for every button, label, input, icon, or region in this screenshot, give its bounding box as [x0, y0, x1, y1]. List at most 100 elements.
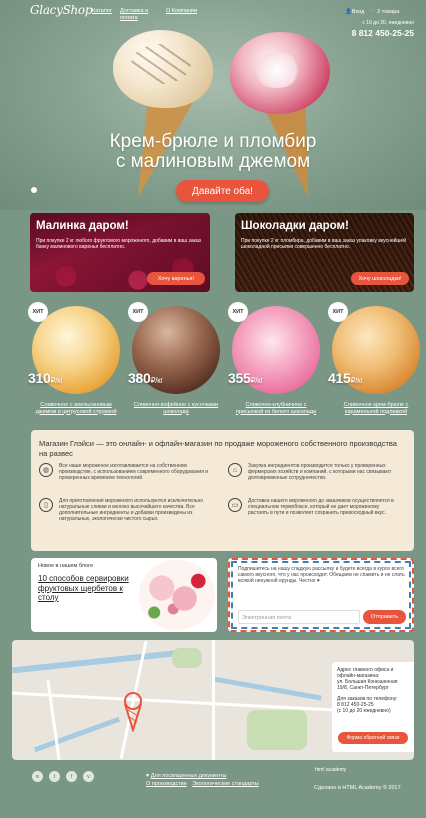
milk-icon: ▯: [39, 498, 53, 512]
map-park: [247, 710, 307, 750]
academy-logo[interactable]: html academy: [315, 768, 346, 773]
main-nav: Каталог Доставка и оплата О Компании: [92, 8, 197, 22]
page: GlacyShop Каталог Доставка и оплата О Ко…: [0, 0, 426, 818]
feature-item: ⌂ Закупка ингредиентов производится толь…: [228, 463, 398, 481]
header-phone[interactable]: 8 812 450-25-25: [352, 28, 414, 38]
product-image: ХИТ 310₽/кг: [28, 302, 120, 394]
footer-link-production[interactable]: О производстве: [146, 781, 187, 787]
address-panel: Адрес главного офиса и офлайн-магазина: …: [332, 662, 414, 752]
product-card[interactable]: ХИТ 310₽/кг Сливочное с апельсиновым дже…: [28, 302, 120, 415]
promo-button-jam[interactable]: Хочу варенья!: [147, 272, 205, 285]
product-card[interactable]: ХИТ 380₽/кг Сливочно-кофейное с кусочкам…: [128, 302, 220, 415]
about-section: Магазин Глэйси — это онлайн- и офлайн-ма…: [31, 430, 414, 551]
promo-chocolate: Шоколадки даром! При покупке 2 кг пломби…: [235, 213, 414, 292]
vk-icon[interactable]: в: [32, 771, 43, 782]
blog-label: Новое в нашем блоге: [38, 563, 94, 569]
footer: в t f v ♥ Для посвященных документы О пр…: [0, 768, 426, 818]
cart-label: 2 товара: [377, 9, 400, 15]
blog-card: Новое в нашем блоге 10 способов сервиров…: [31, 558, 217, 632]
product-card[interactable]: ХИТ 355₽/кг Сливочно-клубничное с присып…: [228, 302, 320, 415]
map-street: [12, 691, 332, 712]
slider-dot[interactable]: [31, 187, 37, 193]
hit-badge: ХИТ: [328, 302, 348, 322]
address-label: Адрес главного офиса и офлайн-магазина:: [337, 667, 394, 679]
map-river: [33, 716, 121, 753]
feature-text: Закупка ингредиентов производится только…: [248, 463, 392, 481]
creme-brulee-scoop-image: [113, 30, 213, 108]
login-link[interactable]: 👤Вход: [345, 9, 364, 15]
hero-title-line2: с малиновым джемом: [115, 151, 311, 172]
feature-text: Для приготовления мороженого используютс…: [59, 498, 204, 522]
vine-icon[interactable]: v: [83, 771, 94, 782]
product-name[interactable]: Сливочное крем-брюле с карамельной подли…: [332, 402, 420, 415]
social-links: в t f v: [32, 771, 94, 782]
promo-raspberry: Малинка даром! При покупке 2 кг любого ф…: [30, 213, 210, 292]
hero-title-line1: Крем-брюле и пломбир: [109, 131, 317, 152]
nav-delivery[interactable]: Доставка и оплата: [120, 8, 158, 22]
user-icon: 👤: [345, 9, 352, 15]
hit-badge: ХИТ: [128, 302, 148, 322]
logo[interactable]: GlacyShop: [30, 3, 93, 17]
about-heading: Магазин Глэйси — это онлайн- и офлайн-ма…: [39, 439, 397, 458]
promo-title: Малинка даром!: [36, 220, 129, 232]
promo-button-chocolate[interactable]: Хочу шоколадки!: [351, 272, 409, 285]
login-label: Вход: [351, 9, 365, 15]
map-street: [212, 640, 215, 760]
price-value: 355: [228, 370, 251, 386]
ice-cream-icon: ◍: [39, 463, 53, 477]
price-unit: ₽/кг: [50, 376, 63, 385]
hero-section: GlacyShop Каталог Доставка и оплата О Ко…: [0, 0, 426, 210]
subscribe-card: Подпишитесь на нашу сладкую рассылку и б…: [228, 558, 414, 632]
product-price: 415₽/кг: [328, 370, 363, 386]
address-value: ул. Большая Конюшенная 19/8, Санкт-Петер…: [337, 679, 398, 691]
made-by: Сделано в HTML Academy © 2017: [314, 785, 401, 791]
cart-link[interactable]: 🛒2 товара: [370, 9, 399, 15]
feature-item: ◍ Все наше мороженое изготавливается на …: [39, 463, 209, 481]
footer-link-eco[interactable]: Экологические стандарты: [192, 781, 259, 787]
truck-icon: ▭: [228, 498, 242, 512]
subscribe-button[interactable]: Отправить: [363, 610, 406, 624]
raspberry-scoop-image: [230, 32, 330, 114]
sorbet-image: [139, 560, 215, 630]
product-price: 355₽/кг: [228, 370, 263, 386]
product-price: 310₽/кг: [28, 370, 63, 386]
nav-about[interactable]: О Компании: [166, 8, 197, 22]
feature-item: ▯ Для приготовления мороженого использую…: [39, 498, 209, 522]
heart-icon: ♥: [146, 773, 150, 779]
hit-badge: ХИТ: [228, 302, 248, 322]
order-hours: (с 10 до 20 ежедневно): [337, 708, 391, 714]
product-image: ХИТ 355₽/кг: [228, 302, 320, 394]
header-contacts: с 10 до 20, ежедневно 8 812 450-25-25: [352, 20, 414, 38]
user-bar: 👤Вход 🛒2 товара: [345, 9, 399, 15]
email-input[interactable]: Электронная почта: [238, 610, 360, 624]
map[interactable]: Адрес главного офиса и офлайн-магазина: …: [12, 640, 414, 760]
price-value: 415: [328, 370, 351, 386]
hit-badge: ХИТ: [28, 302, 48, 322]
footer-link-docs[interactable]: Для посвященных документы: [151, 773, 227, 779]
map-street: [46, 680, 61, 760]
product-name[interactable]: Сливочно-кофейное с кусочками шоколада: [132, 402, 220, 415]
blog-post-link[interactable]: 10 способов сервировки фруктовых щербето…: [38, 574, 130, 603]
facebook-icon[interactable]: f: [66, 771, 77, 782]
product-image: ХИТ 415₽/кг: [328, 302, 420, 394]
map-pin-icon[interactable]: [122, 692, 144, 732]
subscribe-text: Подпишитесь на нашу сладкую рассылку и б…: [238, 566, 405, 584]
product-name[interactable]: Сливочное с апельсиновым джемом и цитрус…: [32, 402, 120, 415]
map-river: [212, 676, 322, 701]
hero-title: Крем-брюле и пломбир с малиновым джемом: [0, 132, 426, 172]
promo-text: При покупке 2 кг пломбира, добавим в ваш…: [241, 238, 406, 250]
feature-item: ▭ Доставка нашего мороженого до заказчик…: [228, 498, 398, 516]
product-price: 380₽/кг: [128, 370, 163, 386]
product-card[interactable]: ХИТ 415₽/кг Сливочное крем-брюле с карам…: [328, 302, 420, 415]
twitter-icon[interactable]: t: [49, 771, 60, 782]
promo-text: При покупке 2 кг любого фруктового морож…: [36, 238, 201, 250]
work-hours: с 10 до 20, ежедневно: [362, 20, 414, 26]
hero-cta-button[interactable]: Давайте оба!: [176, 180, 269, 202]
nav-catalog[interactable]: Каталог: [92, 8, 112, 22]
feedback-form-button[interactable]: Форма обратной связи: [338, 732, 408, 744]
product-name[interactable]: Сливочно-клубничное с присыпкой из белог…: [232, 402, 320, 415]
map-river: [12, 648, 192, 674]
price-unit: ₽/кг: [150, 376, 163, 385]
price-unit: ₽/кг: [350, 376, 363, 385]
feature-text: Все наше мороженое изготавливается на со…: [59, 463, 209, 481]
